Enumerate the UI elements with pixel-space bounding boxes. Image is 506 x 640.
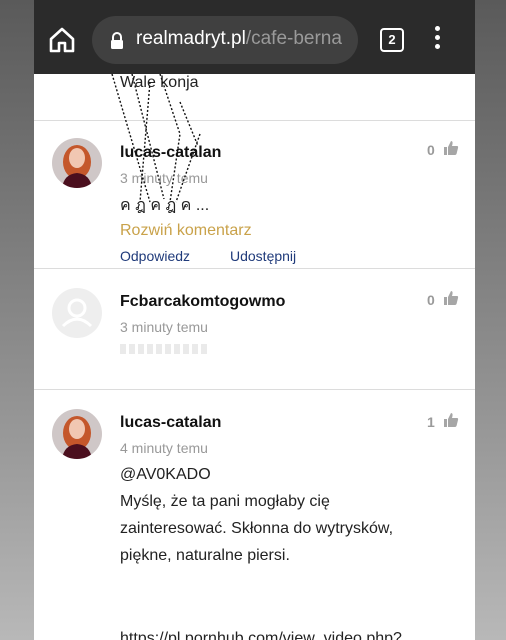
hidden-comment-body	[120, 344, 210, 354]
expand-comment-link[interactable]: Rozwiń komentarz	[120, 222, 252, 240]
thumbs-up-icon[interactable]	[443, 290, 459, 306]
like-count: 0	[427, 142, 435, 158]
url-domain: realmadryt.pl	[136, 28, 246, 49]
comment-author[interactable]: lucas-catalan	[120, 144, 221, 162]
comment-divider	[34, 120, 475, 121]
comment-body-line: piękne, naturalne piersi.	[120, 547, 290, 564]
comment-mention[interactable]: @AV0KADO	[120, 461, 450, 488]
overflow-menu-icon[interactable]	[432, 26, 442, 54]
comment-divider	[34, 268, 475, 269]
share-button[interactable]: Udostępnij	[230, 248, 296, 264]
home-icon[interactable]	[48, 26, 76, 54]
avatar[interactable]	[52, 138, 102, 188]
thumbs-up-icon[interactable]	[443, 140, 459, 156]
avatar-placeholder[interactable]	[52, 288, 102, 338]
lock-icon	[110, 32, 124, 50]
comment-body-line: zainteresować. Skłonna do wytrysków,	[120, 520, 394, 537]
like-count: 1	[427, 414, 435, 430]
comment-author[interactable]: Fcbarcakomtogowmo	[120, 293, 285, 311]
like-count: 0	[427, 292, 435, 308]
tab-switcher-button[interactable]: 2	[380, 28, 404, 52]
comment-body: ค ฎ ค ฎ ค ...	[120, 197, 210, 214]
comment-time: 4 minuty temu	[120, 440, 208, 456]
comment-time: 3 minuty temu	[120, 170, 208, 186]
thumbs-up-icon[interactable]	[443, 412, 459, 428]
previous-comment-text: Wale konja	[120, 74, 199, 91]
comments-list: Wale konja lucas-catalan 3 minuty temu ค…	[34, 74, 475, 640]
comment-time: 3 minuty temu	[120, 319, 208, 335]
url-path: /cafe-berna	[245, 28, 342, 49]
comment-author[interactable]: lucas-catalan	[120, 414, 221, 432]
comment-body-line: Myślę, że ta pani mogłaby cię	[120, 493, 330, 510]
comment-link[interactable]: https://pl.pornhub.com/view_video.php?	[120, 625, 460, 640]
browser-toolbar: realmadryt.pl/cafe-berna 2	[34, 0, 475, 74]
comment-divider	[34, 389, 475, 390]
browser-window: realmadryt.pl/cafe-berna 2 Wale konja lu…	[34, 0, 475, 640]
avatar[interactable]	[52, 409, 102, 459]
address-bar[interactable]: realmadryt.pl/cafe-berna	[92, 16, 358, 64]
reply-button[interactable]: Odpowiedz	[120, 248, 190, 264]
url-text: realmadryt.pl/cafe-berna	[136, 28, 342, 50]
